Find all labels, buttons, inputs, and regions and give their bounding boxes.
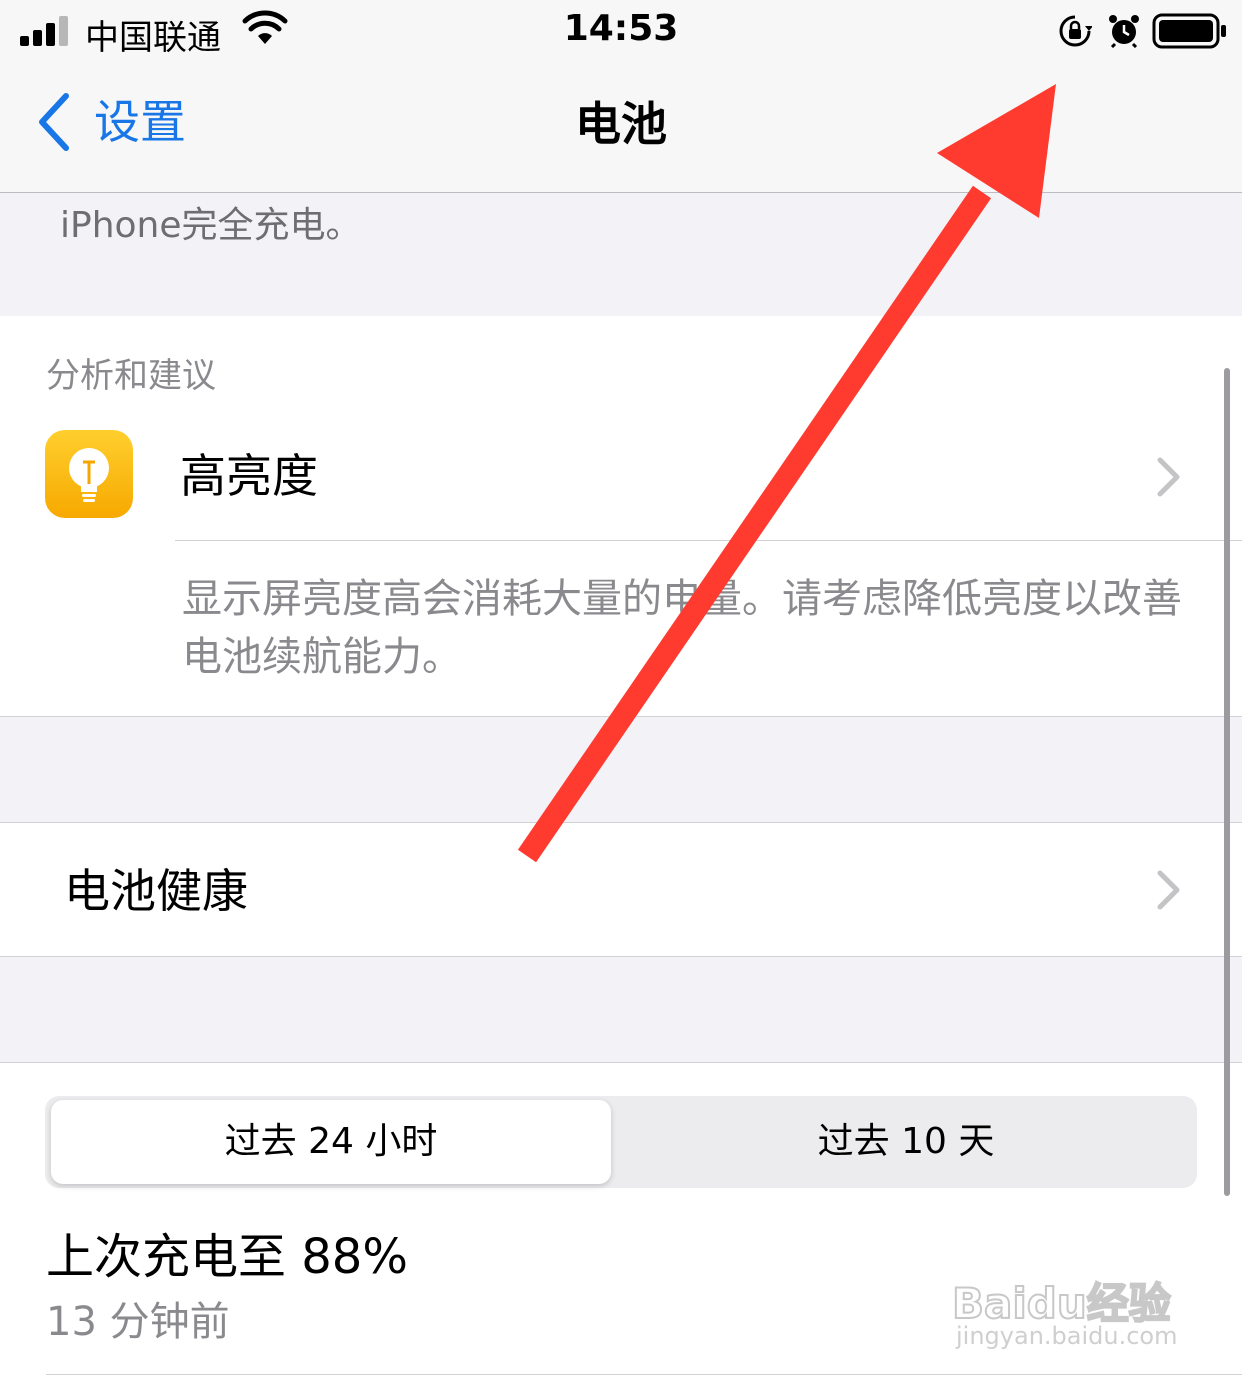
nav-bar: 设置 电池 — [0, 62, 1242, 193]
section-header: 分析和建议 — [46, 356, 216, 396]
last-charge-level: 上次充电至 88% — [46, 1229, 408, 1285]
charging-footnote: iPhone完全充电。 — [60, 205, 362, 246]
high-brightness-row[interactable]: 高亮度 — [180, 446, 318, 506]
last-charge-time: 13 分钟前 — [46, 1299, 230, 1345]
tab-last-10-days[interactable]: 过去 10 天 — [621, 1100, 1191, 1184]
chevron-right-icon — [1157, 457, 1180, 497]
battery-health-label: 电池健康 — [64, 864, 248, 918]
insight-description: 显示屏亮度高会消耗大量的电量。请考虑降低亮度以改善电池续航能力。 — [182, 576, 1182, 680]
status-bar: 中国联通 14:53 — [0, 0, 1242, 62]
insights-section: 分析和建议 高亮度 显示屏亮度高会消耗大量的电量。请考虑降低亮度以改善电池续航能… — [0, 316, 1242, 717]
row-separator — [175, 540, 1242, 541]
battery-icon — [1152, 13, 1226, 49]
alarm-icon — [1109, 15, 1139, 48]
page-title: 电池 — [575, 97, 667, 151]
baidu-watermark: Baidu经验 jingyan.baidu.com — [951, 1240, 1182, 1350]
orientation-lock-icon — [1059, 15, 1092, 47]
status-time: 14:53 — [563, 8, 679, 49]
watermark-url: jingyan.baidu.com — [956, 1322, 1178, 1350]
chevron-right-icon — [1157, 870, 1180, 910]
divider — [46, 1374, 1242, 1375]
time-range-segmented-control: 过去 24 小时 过去 10 天 — [45, 1096, 1197, 1188]
lightbulb-icon — [45, 430, 133, 518]
battery-health-row[interactable]: 电池健康 — [0, 822, 1242, 957]
scroll-indicator — [1224, 368, 1230, 1196]
tab-last-24-hours[interactable]: 过去 24 小时 — [51, 1100, 611, 1184]
